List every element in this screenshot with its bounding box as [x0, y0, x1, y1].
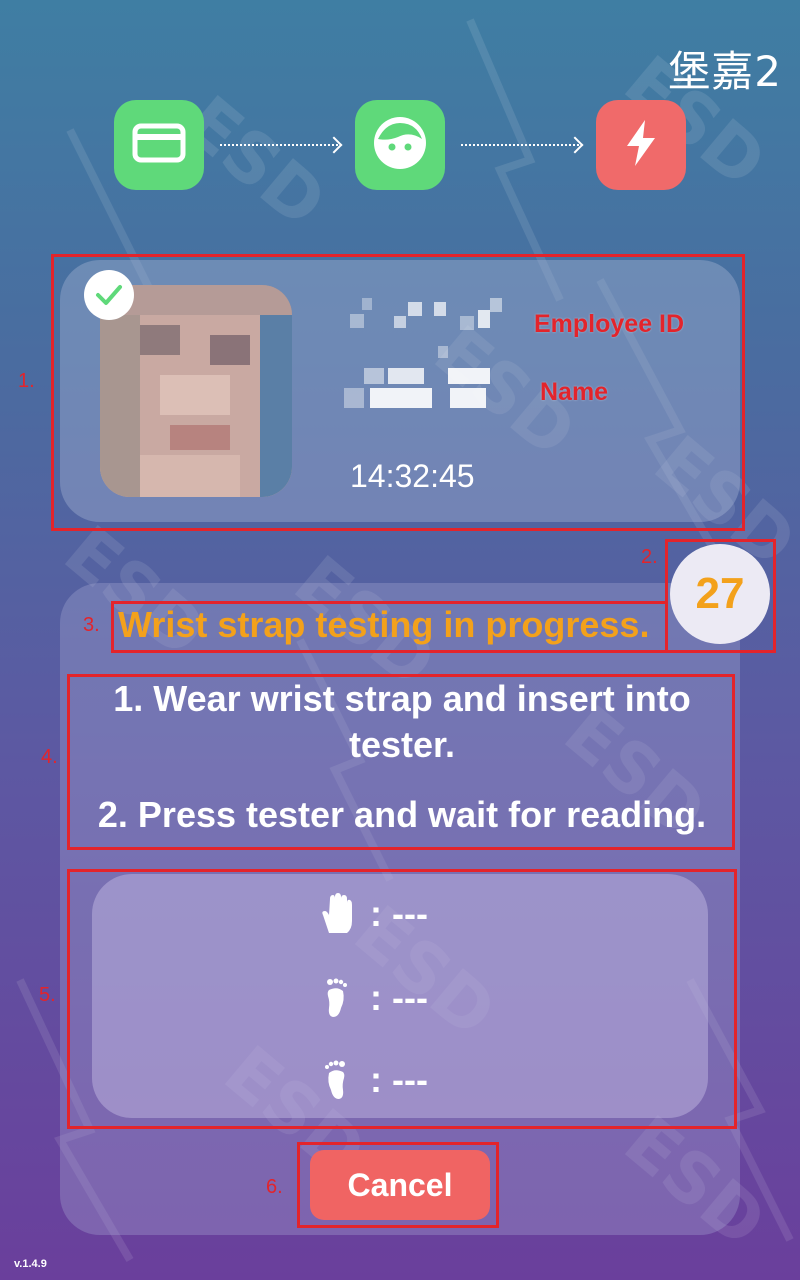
step-arrow [220, 144, 338, 146]
annotation-box-1 [51, 254, 745, 531]
annotation-box-5 [67, 869, 737, 1129]
step-face [355, 100, 445, 190]
annotation-marker-2: 2. [641, 546, 658, 568]
device-name: 堡嘉2 [668, 47, 782, 96]
lightning-icon [621, 118, 661, 173]
step-card [114, 100, 204, 190]
version-label: v.1.4.9 [14, 1258, 47, 1270]
annotation-box-4 [67, 674, 735, 850]
annotation-marker-1: 1. [18, 370, 35, 392]
card-icon [132, 123, 186, 168]
step-bolt [596, 100, 686, 190]
annotation-marker-6: 6. [266, 1176, 283, 1198]
annotation-box-3 [111, 601, 668, 653]
annotation-marker-3: 3. [83, 614, 100, 636]
annotation-marker-5: 5. [39, 984, 56, 1006]
annotation-box-2 [665, 539, 776, 653]
step-arrow [461, 144, 579, 146]
face-icon [372, 115, 428, 176]
annotation-marker-4: 4. [41, 746, 58, 768]
annotation-box-6 [297, 1142, 499, 1228]
